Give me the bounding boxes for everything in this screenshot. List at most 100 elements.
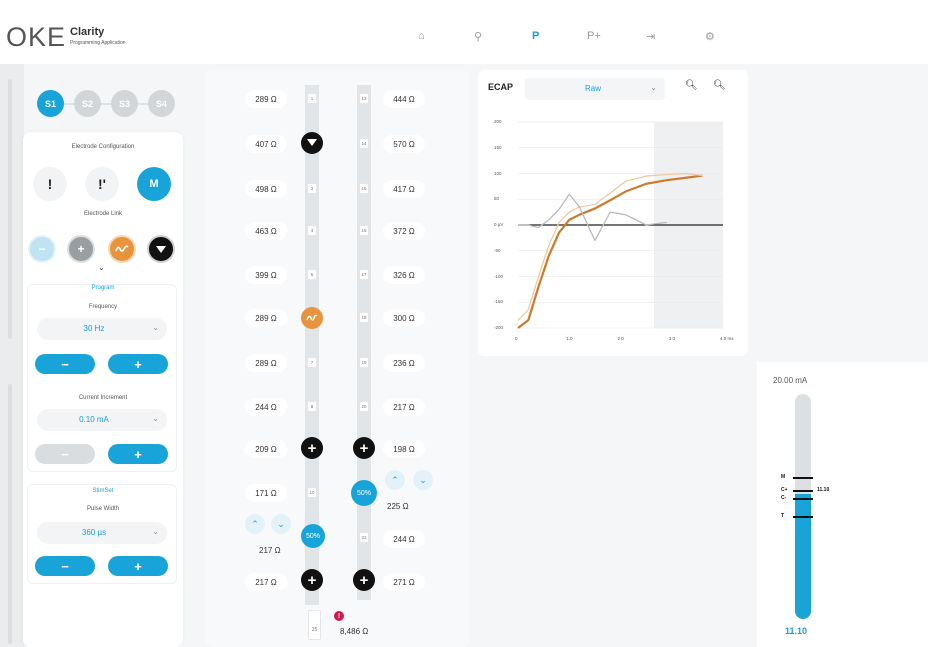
frequency-increase-button[interactable]: + (108, 354, 168, 374)
scrollbar-lower[interactable] (8, 384, 12, 644)
program-icon[interactable]: P (532, 30, 539, 42)
left-steer-up-button[interactable]: ⌃ (245, 514, 265, 534)
current-decrease-button[interactable]: − (35, 444, 95, 464)
stimset-section-title: StimSet (92, 488, 114, 494)
impedance-left-9: 209 Ω (245, 440, 287, 458)
cathode-link-button[interactable]: + (67, 235, 95, 263)
logo-mark: OKE (6, 22, 67, 52)
electrode-9-plus[interactable]: + (301, 437, 323, 459)
expand-chevron-icon[interactable]: ⌄ (98, 263, 105, 272)
frequency-decrease-button[interactable]: − (35, 354, 95, 374)
impedance-right-1: 444 Ω (383, 90, 425, 108)
electrode-6-waveform[interactable] (301, 307, 323, 329)
plus-icon: + (359, 439, 369, 457)
impedance-right-12: 271 Ω (383, 573, 425, 591)
impedance-left-8: 244 Ω (245, 398, 287, 416)
right-electrode-rail (357, 85, 371, 600)
electrode-8[interactable]: 8 (307, 401, 317, 412)
electrode-array-panel: 289 Ω 407 Ω 498 Ω 463 Ω 399 Ω 289 Ω 289 … (205, 70, 470, 647)
impedance-right-8: 217 Ω (383, 398, 425, 416)
current-max-label: 20.00 mA (773, 376, 808, 385)
electrode-3[interactable]: 3 (307, 183, 317, 194)
chevron-down-icon: ⌄ (419, 474, 427, 485)
current-level-fill (795, 494, 811, 619)
electrode-16[interactable]: 16 (359, 225, 369, 236)
impedance-left-12: 217 Ω (245, 573, 287, 591)
electrode-25[interactable]: 25 (308, 610, 321, 640)
monopolar-config-button[interactable]: ! (33, 167, 67, 201)
stimset-s4-button[interactable]: S4 (148, 90, 175, 117)
current-increment-select[interactable]: 0.10 mA ⌄ (37, 409, 167, 431)
level-marker-label: C+ (781, 486, 788, 493)
level-marker-C+[interactable] (793, 489, 813, 492)
level-marker-M[interactable] (793, 477, 813, 480)
chevron-up-icon: ⌃ (391, 474, 399, 485)
level-marker-T[interactable] (793, 515, 813, 518)
ground-link-button[interactable] (147, 235, 175, 263)
level-marker-C-[interactable] (793, 497, 813, 500)
impedance-right-4: 372 Ω (383, 222, 425, 240)
frequency-select[interactable]: 30 Hz ⌄ (37, 318, 167, 340)
chevron-down-icon: ⌄ (152, 414, 159, 423)
electrode-17[interactable]: 17 (359, 269, 369, 280)
stimset-s2-button[interactable]: S2 (74, 90, 101, 117)
left-current-split-badge[interactable]: 50% (301, 524, 325, 548)
electrode-19[interactable]: 19 (359, 357, 369, 368)
electrode-18[interactable]: 18 (359, 312, 369, 323)
configuration-card: Electrode Configuration ! !' M Electrode… (23, 132, 183, 647)
anode-link-button[interactable]: − (28, 235, 56, 263)
multipolar-config-button[interactable]: M (137, 167, 171, 201)
electrode-15[interactable]: 15 (359, 183, 369, 194)
export-icon[interactable]: ⇥ (646, 30, 655, 43)
electrode-4[interactable]: 4 (307, 225, 317, 236)
right-steer-down-button[interactable]: ⌄ (413, 470, 433, 490)
electrode-20[interactable]: 20 (359, 401, 369, 412)
home-icon[interactable]: ⌂ (418, 30, 425, 42)
bipolar-config-button[interactable]: !' (85, 167, 119, 201)
impedance-right-11: 244 Ω (383, 530, 425, 548)
chevron-down-icon: ⌄ (277, 518, 285, 529)
current-level-slider[interactable] (795, 394, 811, 619)
right-steer-up-button[interactable]: ⌃ (385, 470, 405, 490)
electrode-14[interactable]: 14 (359, 138, 369, 149)
stimset-s1-button[interactable]: S1 (37, 90, 64, 117)
minus-icon: − (38, 242, 46, 256)
pulse-width-select[interactable]: 360 µs ⌄ (37, 522, 167, 544)
electrode-5[interactable]: 5 (307, 269, 317, 280)
scrollbar-upper[interactable] (8, 79, 12, 339)
stimset-s3-button[interactable]: S3 (111, 90, 138, 117)
electrode-10[interactable]: 10 (307, 487, 317, 498)
pulse-width-increase-button[interactable]: + (108, 556, 168, 576)
triangle-down-icon (156, 245, 166, 253)
settings-gear-icon[interactable]: ⚙ (705, 30, 715, 43)
pulse-width-decrease-button[interactable]: − (35, 556, 95, 576)
chevron-down-icon: ⌄ (152, 527, 159, 536)
electrode-21-plus[interactable]: + (353, 437, 375, 459)
level-marker-label: C- (781, 494, 787, 501)
current-increase-button[interactable]: + (108, 444, 168, 464)
frequency-label: Frequency (88, 304, 118, 310)
electrode-2-ground[interactable] (301, 132, 323, 154)
impedance-right-3: 417 Ω (383, 180, 425, 198)
left-steer-down-button[interactable]: ⌄ (271, 514, 291, 534)
pulse-width-value: 360 µs (81, 528, 107, 537)
right-current-split-badge[interactable]: 50% (351, 480, 377, 506)
plus-icon: + (307, 571, 317, 589)
electrode-13[interactable]: 13 (359, 93, 369, 104)
level-marker-value: 11.10 (817, 486, 830, 493)
electrode-1[interactable]: 1 (307, 93, 317, 104)
program-plus-icon[interactable]: P+ (587, 30, 601, 42)
waveform-link-button[interactable] (108, 235, 136, 263)
patient-icon[interactable]: ⚲ (474, 30, 482, 43)
triangle-down-icon (307, 139, 317, 146)
electrode-23[interactable]: 23 (359, 532, 369, 543)
level-marker-label: M (781, 474, 786, 481)
electrode-24-plus[interactable]: + (353, 569, 375, 591)
impedance-left-1: 289 Ω (245, 90, 287, 108)
current-value-label: 11.10 (785, 626, 808, 636)
electrode-7[interactable]: 7 (307, 357, 317, 368)
electrode-12-plus[interactable]: + (301, 569, 323, 591)
plus-icon: + (359, 571, 369, 589)
warning-icon: ! (334, 611, 344, 621)
impedance-right-6: 300 Ω (383, 309, 425, 327)
